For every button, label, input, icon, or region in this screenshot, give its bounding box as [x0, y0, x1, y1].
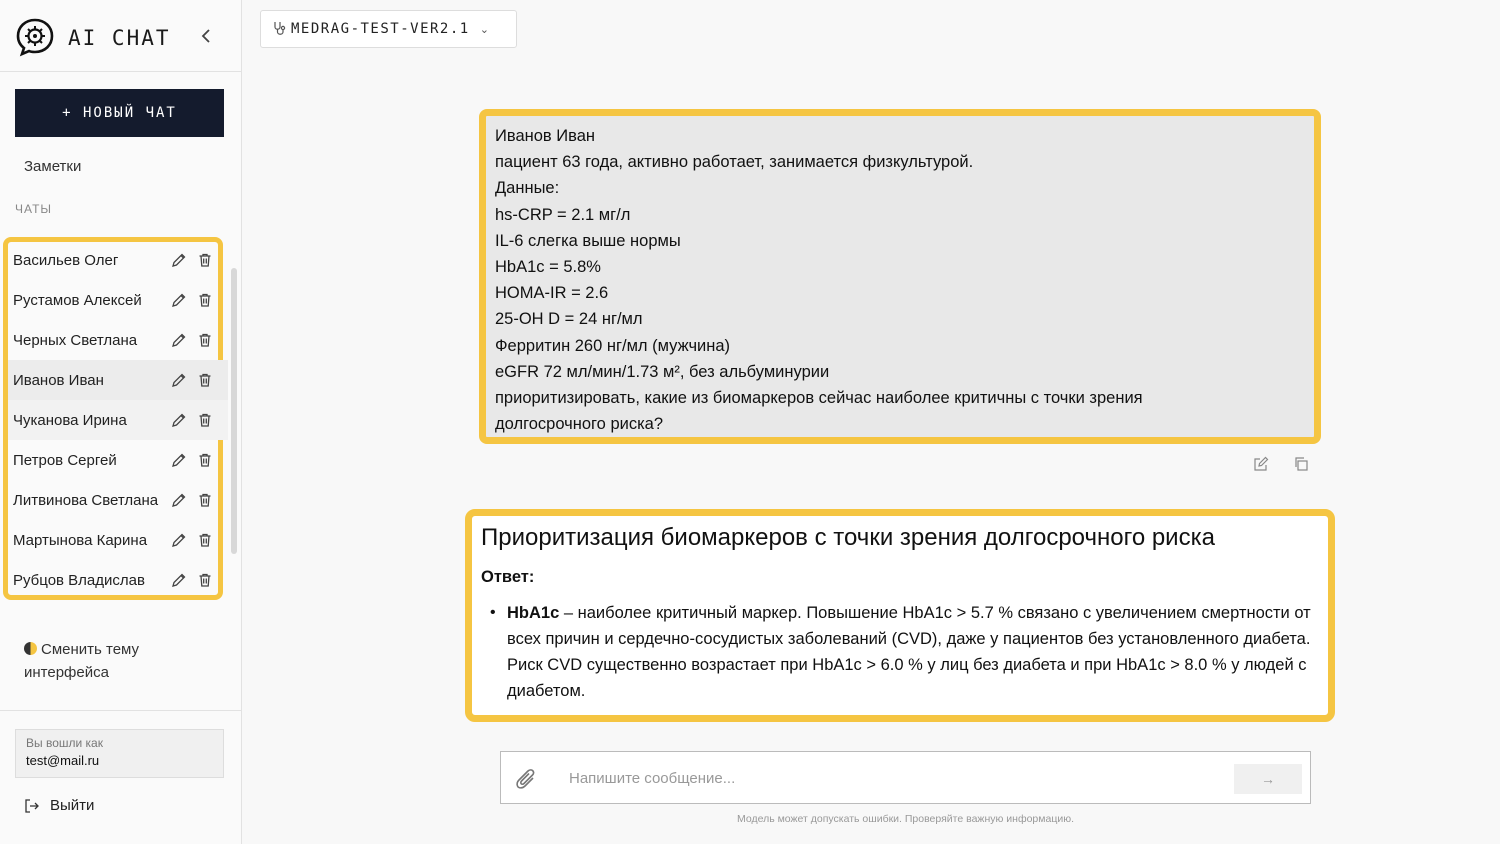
- chat-name: Рубцов Владислав: [13, 571, 145, 589]
- edit-message-icon[interactable]: [1253, 456, 1269, 472]
- answer-text: – наиболее критичный маркер. Повышение H…: [507, 604, 1311, 700]
- user-message-line: долгосрочного риска?: [495, 415, 664, 434]
- trash-icon[interactable]: [197, 372, 213, 388]
- chat-name: Чуканова Ирина: [13, 411, 127, 429]
- chat-list: Васильев Олег Рустамов Алексей Черных Св…: [3, 237, 228, 600]
- user-message-line: eGFR 72 мл/мин/1.73 м², без альбуминурии: [495, 362, 830, 381]
- sidebar-item-chat[interactable]: Рустамов Алексей: [8, 280, 228, 320]
- trash-icon[interactable]: [197, 452, 213, 468]
- sidebar-scrollbar[interactable]: [231, 268, 237, 554]
- sidebar-item-chat[interactable]: Литвинова Светлана: [8, 480, 228, 520]
- model-name: MEDRAG-TEST-VER2.1: [291, 21, 470, 37]
- brand-header: AI CHAT: [0, 0, 241, 72]
- trash-icon[interactable]: [197, 292, 213, 308]
- sidebar-item-chat[interactable]: Петров Сергей: [8, 440, 228, 480]
- user-message-line: Данные:: [495, 179, 560, 198]
- chat-logo-icon: [16, 18, 54, 57]
- answer-list: HbA1c – наиболее критичный маркер. Повыш…: [481, 600, 1319, 704]
- app-title: AI CHAT: [68, 26, 171, 50]
- pencil-icon[interactable]: [171, 252, 187, 268]
- user-message-line: Ферритин 260 нг/мл (мужчина): [495, 336, 731, 355]
- pencil-icon[interactable]: [171, 572, 187, 588]
- sidebar-item-chat[interactable]: Черных Светлана: [8, 320, 228, 360]
- trash-icon[interactable]: [197, 412, 213, 428]
- logout-icon: [25, 798, 39, 813]
- user-message-line: приоритизировать, какие из биомаркеров с…: [495, 389, 1143, 408]
- pencil-icon[interactable]: [171, 292, 187, 308]
- chat-name: Иванов Иван: [13, 371, 104, 389]
- logout-button[interactable]: Выйти: [24, 797, 94, 814]
- user-message-line: Иванов Иван: [495, 127, 595, 145]
- sidebar-item-chat[interactable]: Мартынова Карина: [8, 520, 228, 560]
- user-message-line: пациент 63 года, активно работает, заним…: [495, 153, 974, 172]
- chat-name: Петров Сергей: [13, 451, 117, 469]
- chat-name: Васильев Олег: [13, 251, 119, 269]
- user-message-line: HOMA-IR = 2.6: [495, 284, 609, 303]
- sidebar-divider: [0, 710, 241, 711]
- answer-title: Приоритизация биомаркеров с точки зрения…: [481, 524, 1215, 551]
- user-message-line: 25-OH D = 24 нг/мл: [495, 310, 643, 329]
- sidebar-item-chat[interactable]: Чуканова Ирина: [8, 400, 228, 440]
- chat-name: Литвинова Светлана: [13, 491, 159, 509]
- pencil-icon[interactable]: [171, 492, 187, 508]
- pencil-icon[interactable]: [171, 452, 187, 468]
- user-message-line: IL-6 слегка выше нормы: [495, 231, 681, 250]
- login-email: test@mail.ru: [26, 753, 100, 768]
- chat-name: Рустамов Алексей: [13, 291, 142, 309]
- paperclip-icon[interactable]: [515, 767, 537, 791]
- trash-icon[interactable]: [197, 572, 213, 588]
- pencil-icon[interactable]: [171, 372, 187, 388]
- model-select[interactable]: MEDRAG-TEST-VER2.1 ⌄: [260, 10, 517, 48]
- list-item: HbA1c – наиболее критичный маркер. Повыш…: [481, 600, 1319, 704]
- user-message: Иванов Иван пациент 63 года, активно раб…: [479, 109, 1321, 444]
- answer-label: Ответ:: [481, 568, 535, 586]
- sidebar: AI CHAT + НОВЫЙ ЧАТ Заметки ЧАТЫ Василье…: [0, 0, 242, 844]
- sidebar-item-chat[interactable]: Рубцов Владислав: [8, 560, 228, 600]
- pencil-icon[interactable]: [171, 332, 187, 348]
- half-moon-icon: [24, 642, 37, 655]
- theme-toggle-button[interactable]: Сменить тему интерфейса: [24, 638, 224, 684]
- sidebar-item-chat[interactable]: Васильев Олег: [8, 240, 228, 280]
- chevron-down-icon: ⌄: [479, 23, 489, 36]
- assistant-answer: Приоритизация биомаркеров с точки зрения…: [465, 509, 1335, 722]
- copy-icon[interactable]: [1293, 456, 1309, 472]
- logout-label: Выйти: [50, 797, 95, 814]
- user-message-line: hs-CRP = 2.1 мг/л: [495, 205, 631, 224]
- user-message-line: HbA1c = 5.8%: [495, 258, 601, 277]
- login-label: Вы вошли как: [26, 736, 103, 750]
- chat-name: Мартынова Карина: [13, 531, 148, 549]
- chats-section-label: ЧАТЫ: [15, 202, 53, 216]
- composer: →: [500, 751, 1311, 804]
- send-button[interactable]: →: [1234, 764, 1302, 794]
- stethoscope-icon: [274, 22, 286, 35]
- trash-icon[interactable]: [197, 492, 213, 508]
- pencil-icon[interactable]: [171, 532, 187, 548]
- answer-term: HbA1c: [507, 604, 560, 622]
- trash-icon[interactable]: [197, 532, 213, 548]
- pencil-icon[interactable]: [171, 412, 187, 428]
- login-info: Вы вошли как test@mail.ru: [15, 729, 224, 778]
- trash-icon[interactable]: [197, 332, 213, 348]
- chat-name: Черных Светлана: [13, 331, 138, 349]
- message-input[interactable]: [569, 765, 1209, 791]
- sidebar-item-chat-active[interactable]: Иванов Иван: [8, 360, 228, 400]
- notes-link[interactable]: Заметки: [24, 158, 81, 175]
- theme-toggle-label: Сменить тему интерфейса: [24, 641, 140, 681]
- new-chat-button[interactable]: + НОВЫЙ ЧАТ: [15, 89, 224, 137]
- trash-icon[interactable]: [197, 252, 213, 268]
- chevron-left-icon: [201, 29, 210, 43]
- collapse-sidebar-button[interactable]: [196, 26, 216, 50]
- disclaimer: Модель может допускать ошибки. Проверяйт…: [736, 813, 1074, 825]
